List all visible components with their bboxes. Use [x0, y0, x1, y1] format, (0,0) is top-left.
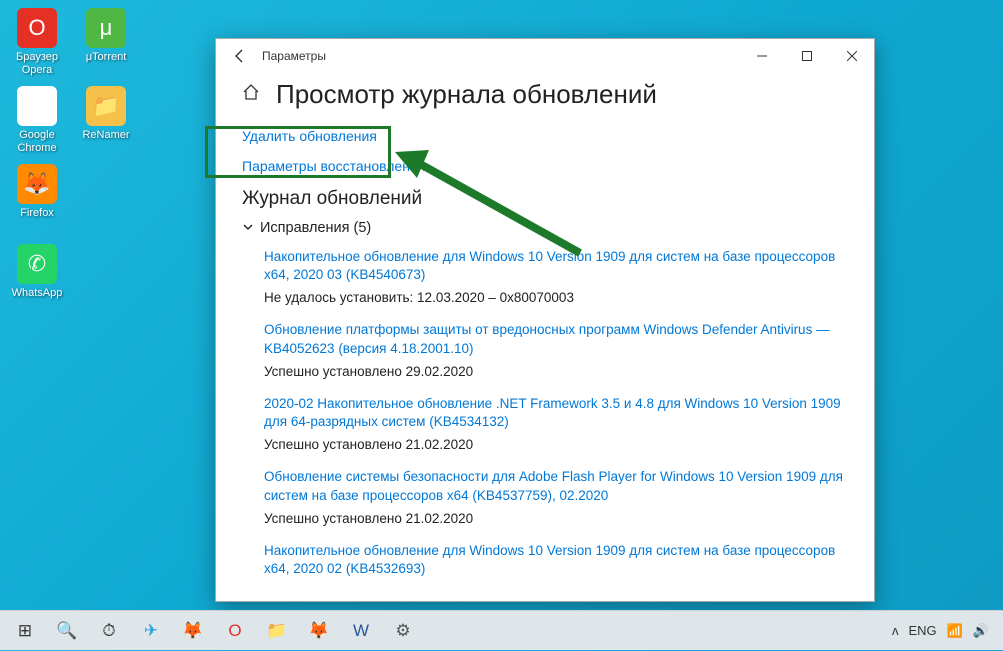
- minimize-icon: [757, 51, 767, 61]
- desktop-icon-label: Браузер Opera: [6, 51, 68, 76]
- desktop-icon-0[interactable]: O Браузер Opera: [6, 8, 68, 76]
- desktop-icon-label: Firefox: [6, 207, 68, 220]
- volume-icon[interactable]: 🔊: [973, 623, 989, 639]
- tray-expand-icon[interactable]: ᴧ: [892, 623, 899, 638]
- desktop-icon-3[interactable]: 📁 ReNamer: [75, 86, 137, 142]
- update-status: Успешно установлено 21.02.2020: [264, 511, 848, 526]
- page-heading-row: Просмотр журнала обновлений: [242, 79, 848, 110]
- window-content: Просмотр журнала обновлений Удалить обно…: [216, 73, 874, 601]
- update-title-link[interactable]: Накопительное обновление для Windows 10 …: [264, 542, 848, 578]
- app-icon: ◉: [17, 86, 57, 126]
- arrow-left-icon: [232, 48, 248, 64]
- app-icon: μ: [86, 8, 126, 48]
- wifi-icon[interactable]: 📶: [947, 623, 963, 639]
- telegram-icon[interactable]: ✈: [130, 611, 172, 651]
- update-title-link[interactable]: Накопительное обновление для Windows 10 …: [264, 248, 848, 284]
- firefox-icon[interactable]: 🦊: [298, 611, 340, 651]
- window-controls: [739, 39, 874, 73]
- opera-icon[interactable]: O: [214, 611, 256, 651]
- desktop-icon-2[interactable]: ◉ Google Chrome: [6, 86, 68, 154]
- desktop-icon-5[interactable]: ✆ WhatsApp: [6, 244, 68, 300]
- fixes-group-label: Исправления (5): [260, 220, 371, 236]
- update-item: Обновление платформы защиты от вредоносн…: [264, 321, 848, 378]
- system-tray: ᴧ ENG 📶 🔊: [892, 623, 999, 639]
- minimize-button[interactable]: [739, 39, 784, 73]
- language-indicator[interactable]: ENG: [908, 623, 936, 638]
- update-list: Накопительное обновление для Windows 10 …: [242, 248, 848, 578]
- app-icon: 🦊: [17, 164, 57, 204]
- task-view-button[interactable]: ⏱: [88, 611, 130, 651]
- update-status: Не удалось установить: 12.03.2020 – 0x80…: [264, 290, 848, 305]
- desktop-icon-label: WhatsApp: [6, 287, 68, 300]
- start-button[interactable]: ⊞: [4, 611, 46, 651]
- update-title-link[interactable]: 2020-02 Накопительное обновление .NET Fr…: [264, 395, 848, 431]
- desktop-icon-1[interactable]: μ μTorrent: [75, 8, 137, 64]
- titlebar: Параметры: [216, 39, 874, 73]
- update-status: Успешно установлено 21.02.2020: [264, 437, 848, 452]
- word-icon[interactable]: W: [340, 611, 382, 651]
- app-icon: 📁: [86, 86, 126, 126]
- maximize-icon: [802, 51, 812, 61]
- desktop-icon-label: μTorrent: [75, 51, 137, 64]
- home-icon: [242, 83, 260, 101]
- update-item: Накопительное обновление для Windows 10 …: [264, 248, 848, 305]
- maximize-button[interactable]: [784, 39, 829, 73]
- uninstall-updates-link[interactable]: Удалить обновления: [242, 128, 377, 144]
- update-item: Накопительное обновление для Windows 10 …: [264, 542, 848, 578]
- window-title: Параметры: [262, 49, 739, 63]
- desktop-icon-label: ReNamer: [75, 129, 137, 142]
- settings-window: Параметры Просмотр журнала обновлений Уд…: [215, 38, 875, 602]
- app-icon: ✆: [17, 244, 57, 284]
- taskbar: ⊞🔍⏱✈🦊O📁🦊W⚙ ᴧENG📶🔊: [0, 610, 1003, 650]
- desktop-icon-label: Google Chrome: [6, 129, 68, 154]
- home-button[interactable]: [242, 83, 262, 106]
- update-status: Успешно установлено 29.02.2020: [264, 364, 848, 379]
- fixes-group-toggle[interactable]: Исправления (5): [242, 220, 848, 236]
- close-icon: [847, 51, 857, 61]
- recovery-options-link[interactable]: Параметры восстановления: [242, 158, 425, 174]
- firefox-icon[interactable]: 🦊: [172, 611, 214, 651]
- close-button[interactable]: [829, 39, 874, 73]
- search-button[interactable]: 🔍: [46, 611, 88, 651]
- update-title-link[interactable]: Обновление системы безопасности для Adob…: [264, 468, 848, 504]
- update-title-link[interactable]: Обновление платформы защиты от вредоносн…: [264, 321, 848, 357]
- chevron-down-icon: [242, 221, 254, 236]
- settings-icon[interactable]: ⚙: [382, 611, 424, 651]
- back-button[interactable]: [226, 42, 254, 70]
- update-item: 2020-02 Накопительное обновление .NET Fr…: [264, 395, 848, 452]
- page-heading: Просмотр журнала обновлений: [276, 79, 657, 110]
- desktop-icon-4[interactable]: 🦊 Firefox: [6, 164, 68, 220]
- explorer-icon[interactable]: 📁: [256, 611, 298, 651]
- journal-heading: Журнал обновлений: [242, 188, 848, 210]
- update-item: Обновление системы безопасности для Adob…: [264, 468, 848, 525]
- app-icon: O: [17, 8, 57, 48]
